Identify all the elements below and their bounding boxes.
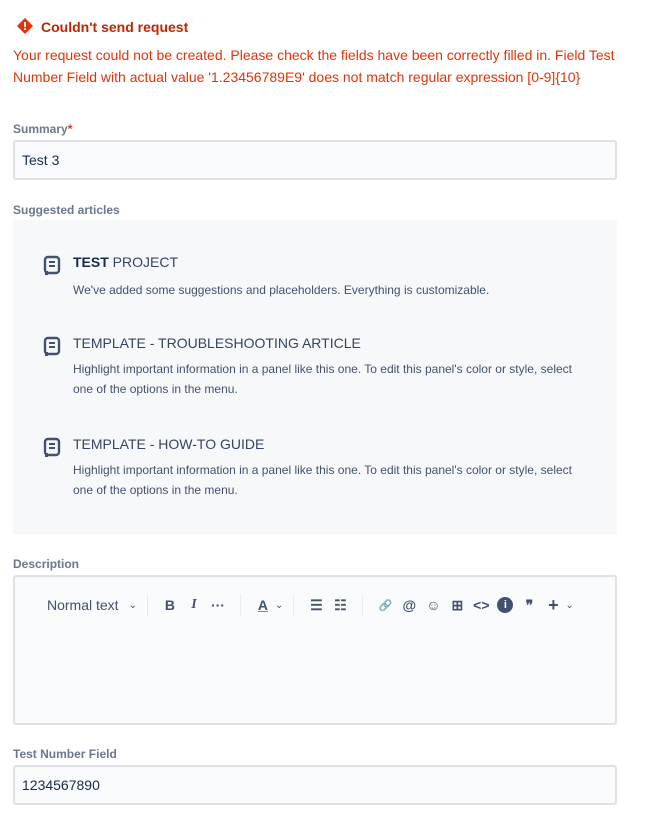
suggested-articles-label: Suggested articles <box>13 203 120 217</box>
test-number-label: Test Number Field <box>13 747 117 761</box>
chevron-down-icon: ⌄ <box>565 599 574 611</box>
error-message: Your request could not be created. Pleas… <box>13 47 615 85</box>
article-desc: Highlight important information in a pan… <box>73 463 572 497</box>
required-marker: * <box>67 122 73 136</box>
article-desc: We've added some suggestions and placeho… <box>73 283 490 297</box>
editor-toolbar: Normal text ⌄ B I ··· A ⌄ ☰ ☷ 🔗 @ ☺ ⊞ <> i… <box>47 594 574 616</box>
code-icon[interactable]: <> <box>469 597 493 613</box>
info-glyph: i <box>497 597 514 613</box>
summary-input[interactable]: Test 3 <box>13 140 617 180</box>
divider <box>293 594 295 616</box>
chevron-down-icon: ⌄ <box>274 599 284 611</box>
error-icon <box>17 18 33 34</box>
bullet-list-icon[interactable]: ☰ <box>304 597 328 614</box>
article-title[interactable]: TEMPLATE - HOW-TO GUIDE <box>73 436 583 452</box>
more-formatting-button[interactable]: ··· <box>206 597 230 613</box>
quote-icon[interactable]: ❞ <box>517 597 541 614</box>
bold-button[interactable]: B <box>158 597 182 613</box>
italic-button[interactable]: I <box>182 597 206 613</box>
divider <box>239 594 241 616</box>
article-icon <box>43 255 61 275</box>
numbered-list-icon[interactable]: ☷ <box>328 597 352 614</box>
article-item[interactable]: TEMPLATE - TROUBLESHOOTING ARTICLE Highl… <box>43 335 583 399</box>
info-icon[interactable]: i <box>493 597 517 613</box>
description-label: Description <box>13 557 80 571</box>
text-style-label: Normal text <box>47 597 119 613</box>
table-icon[interactable]: ⊞ <box>445 597 469 614</box>
article-desc: Highlight important information in a pan… <box>73 362 572 396</box>
article-title-text: PROJECT <box>108 254 179 270</box>
article-title-bold: TEST <box>73 254 109 270</box>
chevron-down-icon: ⌄ <box>128 599 137 611</box>
article-item[interactable]: TEMPLATE - HOW-TO GUIDE Highlight import… <box>43 436 583 500</box>
article-title[interactable]: TEST PROJECT <box>73 254 583 270</box>
article-icon <box>43 336 61 356</box>
mention-icon[interactable]: @ <box>397 597 421 613</box>
summary-label: Summary* <box>13 122 72 136</box>
error-title: Couldn't send request <box>41 19 189 35</box>
test-number-input[interactable]: 1234567890 <box>13 765 617 805</box>
emoji-icon[interactable]: ☺ <box>421 597 445 613</box>
text-style-dropdown[interactable]: Normal text ⌄ <box>47 597 137 613</box>
article-item[interactable]: TEST PROJECT We've added some suggestion… <box>43 254 583 300</box>
summary-label-text: Summary <box>13 122 68 136</box>
text-color-button[interactable]: A <box>251 597 275 613</box>
link-icon[interactable]: 🔗 <box>373 599 397 612</box>
article-title[interactable]: TEMPLATE - TROUBLESHOOTING ARTICLE <box>73 335 583 351</box>
description-editor[interactable]: Normal text ⌄ B I ··· A ⌄ ☰ ☷ 🔗 @ ☺ ⊞ <> i… <box>13 575 617 725</box>
article-icon <box>43 437 61 457</box>
divider <box>146 594 148 616</box>
insert-icon[interactable]: + <box>541 595 565 616</box>
divider <box>362 594 364 616</box>
